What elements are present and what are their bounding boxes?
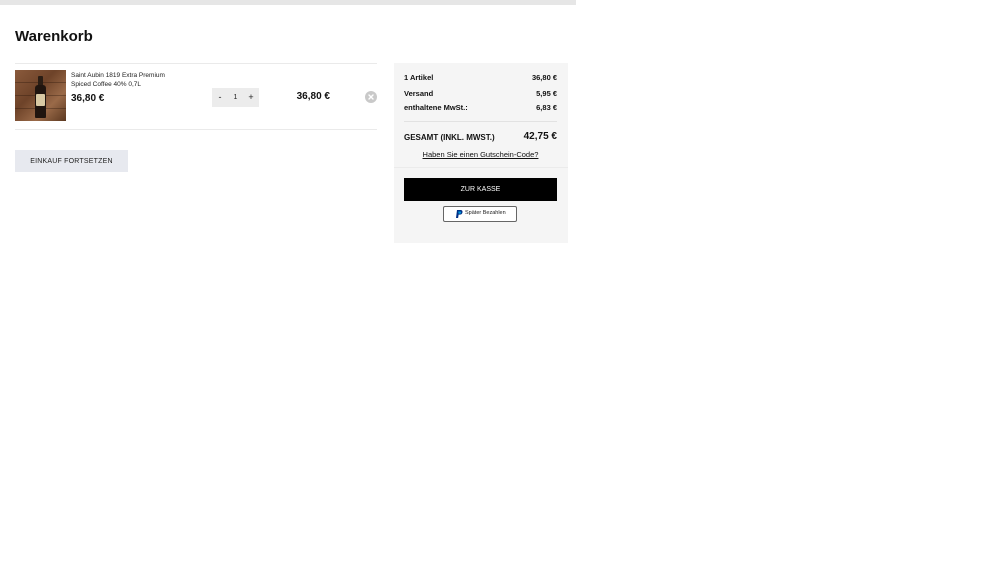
summary-divider (394, 167, 568, 168)
remove-item-button[interactable] (365, 91, 377, 103)
total-label: GESAMT (INKL. MWST.) (404, 133, 495, 142)
product-name-line2[interactable]: Spiced Coffee 40% 0,7L (71, 81, 201, 90)
voucher-code-link[interactable]: Haben Sie einen Gutschein-Code? (404, 150, 557, 159)
cart-divider-top (15, 63, 377, 64)
quantity-stepper: - + (212, 88, 259, 107)
product-image[interactable] (15, 70, 66, 121)
product-unit-price: 36,80 € (71, 93, 105, 104)
summary-divider (404, 121, 557, 122)
quantity-input[interactable] (226, 88, 245, 107)
summary-row-label: enthaltene MwSt.: (404, 103, 468, 112)
summary-row-amount: 5,95 € (536, 89, 557, 98)
summary-row-amount: 6,83 € (536, 103, 557, 112)
quantity-increase-button[interactable]: + (244, 88, 258, 107)
summary-row-amount: 36,80 € (531, 73, 557, 82)
quantity-decrease-button[interactable]: - (213, 88, 227, 107)
continue-shopping-button[interactable]: EINKAUF FORTSETZEN (15, 150, 128, 172)
product-name-line1[interactable]: Saint Aubin 1819 Extra Premium (71, 72, 201, 81)
bottle-icon (35, 76, 46, 118)
paypal-button-label: Später Bezahlen (465, 210, 506, 216)
paypal-icon (456, 210, 463, 218)
cart-divider-bottom (15, 129, 377, 130)
cart-item: Saint Aubin 1819 Extra Premium Spiced Co… (15, 70, 377, 122)
product-name[interactable]: Saint Aubin 1819 Extra Premium Spiced Co… (71, 72, 201, 89)
page-title: Warenkorb (15, 28, 93, 45)
paypal-pay-later-button[interactable]: Später Bezahlen (443, 206, 517, 222)
checkout-button[interactable]: ZUR KASSE (404, 178, 557, 201)
item-total-price: 36,80 € (296, 91, 330, 102)
total-amount: 42,75 € (523, 131, 557, 142)
summary-row-label: Versand (404, 89, 434, 98)
order-summary: 1 Artikel 36,80 € Versand 5,95 € enthalt… (394, 63, 568, 243)
summary-row-label: 1 Artikel (404, 73, 434, 82)
close-icon (368, 94, 374, 100)
top-progress-bar (0, 0, 576, 5)
